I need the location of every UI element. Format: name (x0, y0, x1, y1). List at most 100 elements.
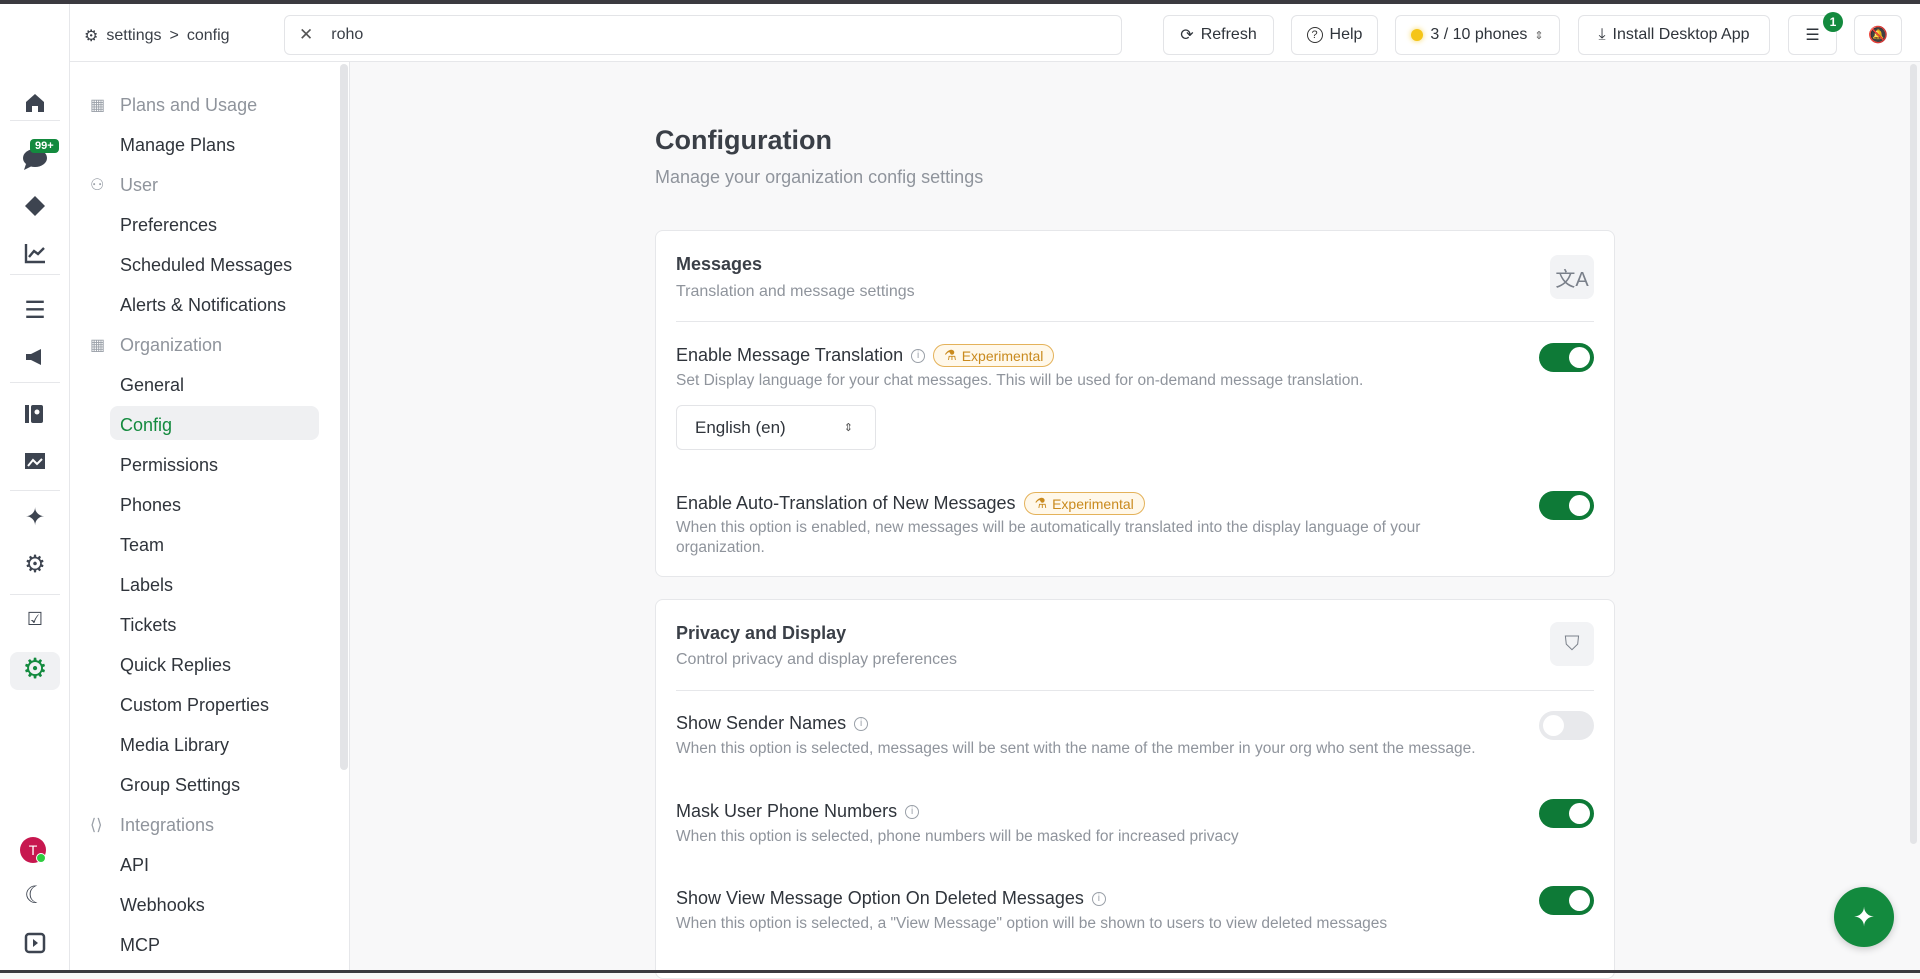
translate-icon: 文A (1550, 255, 1594, 299)
label-text: Show Sender Names (676, 713, 847, 733)
sidebar-item-scheduled-messages[interactable]: Scheduled Messages (120, 255, 292, 276)
sparkles-icon[interactable]: ✦ (20, 502, 50, 532)
show-sender-names-toggle[interactable] (1539, 711, 1594, 740)
sidebar-item-phones[interactable]: Phones (120, 495, 181, 516)
enable-message-translation-toggle[interactable] (1539, 343, 1594, 372)
setting-description: When this option is selected, messages w… (676, 740, 1476, 757)
phones-selector[interactable]: 3 / 10 phones ⇕ (1395, 15, 1560, 55)
ai-assistant-button[interactable]: ✦ (1834, 887, 1894, 947)
sidebar-scrollbar[interactable] (340, 64, 348, 770)
section-organization: Organization (120, 335, 223, 355)
install-desktop-app-button[interactable]: ⤓ Install Desktop App (1578, 15, 1770, 55)
sparkles-icon: ✦ (1853, 901, 1875, 932)
list-icon[interactable]: ☰ (20, 295, 50, 325)
show-view-deleted-toggle[interactable] (1539, 886, 1594, 915)
sidebar-item-media-library[interactable]: Media Library (120, 735, 229, 756)
building-icon: ▦ (90, 337, 106, 354)
shield-icon: ⛉ (1550, 622, 1594, 666)
info-icon[interactable]: i (911, 348, 926, 363)
info-icon[interactable]: i (854, 716, 869, 731)
page-subtitle: Manage your organization config settings (655, 167, 984, 187)
mask-phone-numbers-toggle[interactable] (1539, 799, 1594, 828)
checklist-icon[interactable]: ☑ (20, 604, 50, 634)
breadcrumb-config[interactable]: config (187, 27, 230, 45)
card-subtitle: Control privacy and display preferences (676, 651, 958, 668)
card-title: Privacy and Display (676, 623, 847, 643)
setting-description: Set Display language for your chat messa… (676, 372, 1364, 389)
automation-gear-icon[interactable]: ⚙ (20, 549, 50, 579)
select-value: English (en) (695, 417, 786, 437)
badge-text: Experimental (1052, 495, 1134, 512)
sidebar-item-alerts-notifications[interactable]: Alerts & Notifications (120, 295, 286, 316)
sidebar-item-quick-replies[interactable]: Quick Replies (120, 655, 231, 676)
sidebar-item-group-settings[interactable]: Group Settings (120, 775, 240, 796)
label-text: Enable Auto-Translation of New Messages (676, 493, 1016, 513)
sidebar-item-labels[interactable]: Labels (120, 575, 173, 596)
phones-label: 3 / 10 phones (1430, 26, 1528, 43)
card-subtitle: Translation and message settings (676, 283, 915, 300)
megaphone-icon[interactable] (20, 342, 50, 372)
card-title: Messages (676, 254, 763, 274)
list-icon: ☰ (1805, 27, 1820, 44)
info-icon[interactable]: i (1091, 891, 1106, 906)
flask-icon: ⚗ (944, 347, 957, 363)
divider (676, 321, 1594, 322)
sidebar-toggle-icon[interactable] (20, 928, 50, 958)
main-scrollbar[interactable] (1910, 64, 1917, 844)
sidebar-item-mcp[interactable]: MCP (120, 935, 160, 956)
sidebar-item-webhooks[interactable]: Webhooks (120, 895, 205, 916)
sidebar-item-config[interactable]: Config (120, 415, 172, 436)
sidebar-item-custom-properties[interactable]: Custom Properties (120, 695, 269, 716)
help-button[interactable]: ? Help (1291, 15, 1378, 55)
experimental-badge: ⚗ Experimental (1023, 492, 1145, 515)
enable-auto-translation-toggle[interactable] (1539, 491, 1594, 520)
info-icon[interactable]: i (905, 804, 920, 819)
sidebar-item-manage-plans[interactable]: Manage Plans (120, 135, 235, 156)
user-gear-icon: ⚇ (90, 177, 105, 194)
messages-card: Messages Translation and message setting… (655, 230, 1615, 577)
setting-label: Show View Message Option On Deleted Mess… (676, 888, 1106, 909)
bell-off-icon: 🔕 (1868, 27, 1888, 44)
sidebar-item-general[interactable]: General (120, 375, 184, 396)
sidebar-item-team[interactable]: Team (120, 535, 164, 556)
divider (676, 690, 1594, 691)
help-icon: ? (1306, 27, 1323, 43)
sidebar-item-tickets[interactable]: Tickets (120, 615, 176, 636)
sidebar-item-preferences[interactable]: Preferences (120, 215, 217, 236)
search-input[interactable]: ✕ roho (284, 15, 1122, 55)
label-text: Mask User Phone Numbers (676, 801, 898, 821)
close-icon[interactable]: ✕ (299, 25, 313, 45)
analytics-icon[interactable] (20, 238, 50, 268)
setting-description: When this option is selected, phone numb… (676, 828, 1239, 845)
page-title: Configuration (655, 125, 832, 155)
setting-label: Show Sender Names i (676, 713, 869, 734)
setting-label: Enable Auto-Translation of New Messages … (676, 492, 1145, 515)
divider (10, 490, 60, 491)
refresh-icon: ⟳ (1180, 27, 1194, 44)
section-plans-and-usage: Plans and Usage (120, 95, 258, 115)
badge-text: Experimental (961, 347, 1044, 364)
download-icon: ⤓ (1598, 26, 1606, 43)
section-integrations: Integrations (120, 815, 215, 835)
status-dot-icon (1411, 29, 1424, 41)
breadcrumb-separator: > (169, 27, 179, 44)
breadcrumb-settings[interactable]: settings (106, 27, 161, 45)
moon-icon[interactable]: ☾ (20, 880, 50, 910)
refresh-button[interactable]: ⟳ Refresh (1163, 15, 1274, 55)
divider (10, 382, 60, 383)
contacts-icon[interactable] (20, 399, 50, 429)
media-icon[interactable] (20, 446, 50, 476)
chevron-updown-icon: ⇕ (843, 422, 853, 434)
setting-description: When this option is enabled, new message… (676, 519, 1421, 556)
ticket-icon[interactable] (20, 191, 50, 221)
setting-description: When this option is selected, a "View Me… (676, 915, 1388, 932)
settings-gear-icon[interactable]: ⚙ (20, 653, 50, 684)
top-bar: 2 ⚙ settings > config ✕ roho ⟳Refresh ?H… (0, 4, 1920, 64)
sidebar-item-api[interactable]: API (120, 855, 149, 876)
language-select[interactable]: English (en) ⇕ (676, 405, 876, 450)
home-icon[interactable] (20, 88, 50, 118)
sidebar-item-permissions[interactable]: Permissions (120, 455, 218, 476)
messages-badge: 99+ (30, 139, 59, 153)
refresh-label: Refresh (1200, 26, 1257, 43)
notifications-button[interactable]: 🔕 (1854, 15, 1902, 55)
